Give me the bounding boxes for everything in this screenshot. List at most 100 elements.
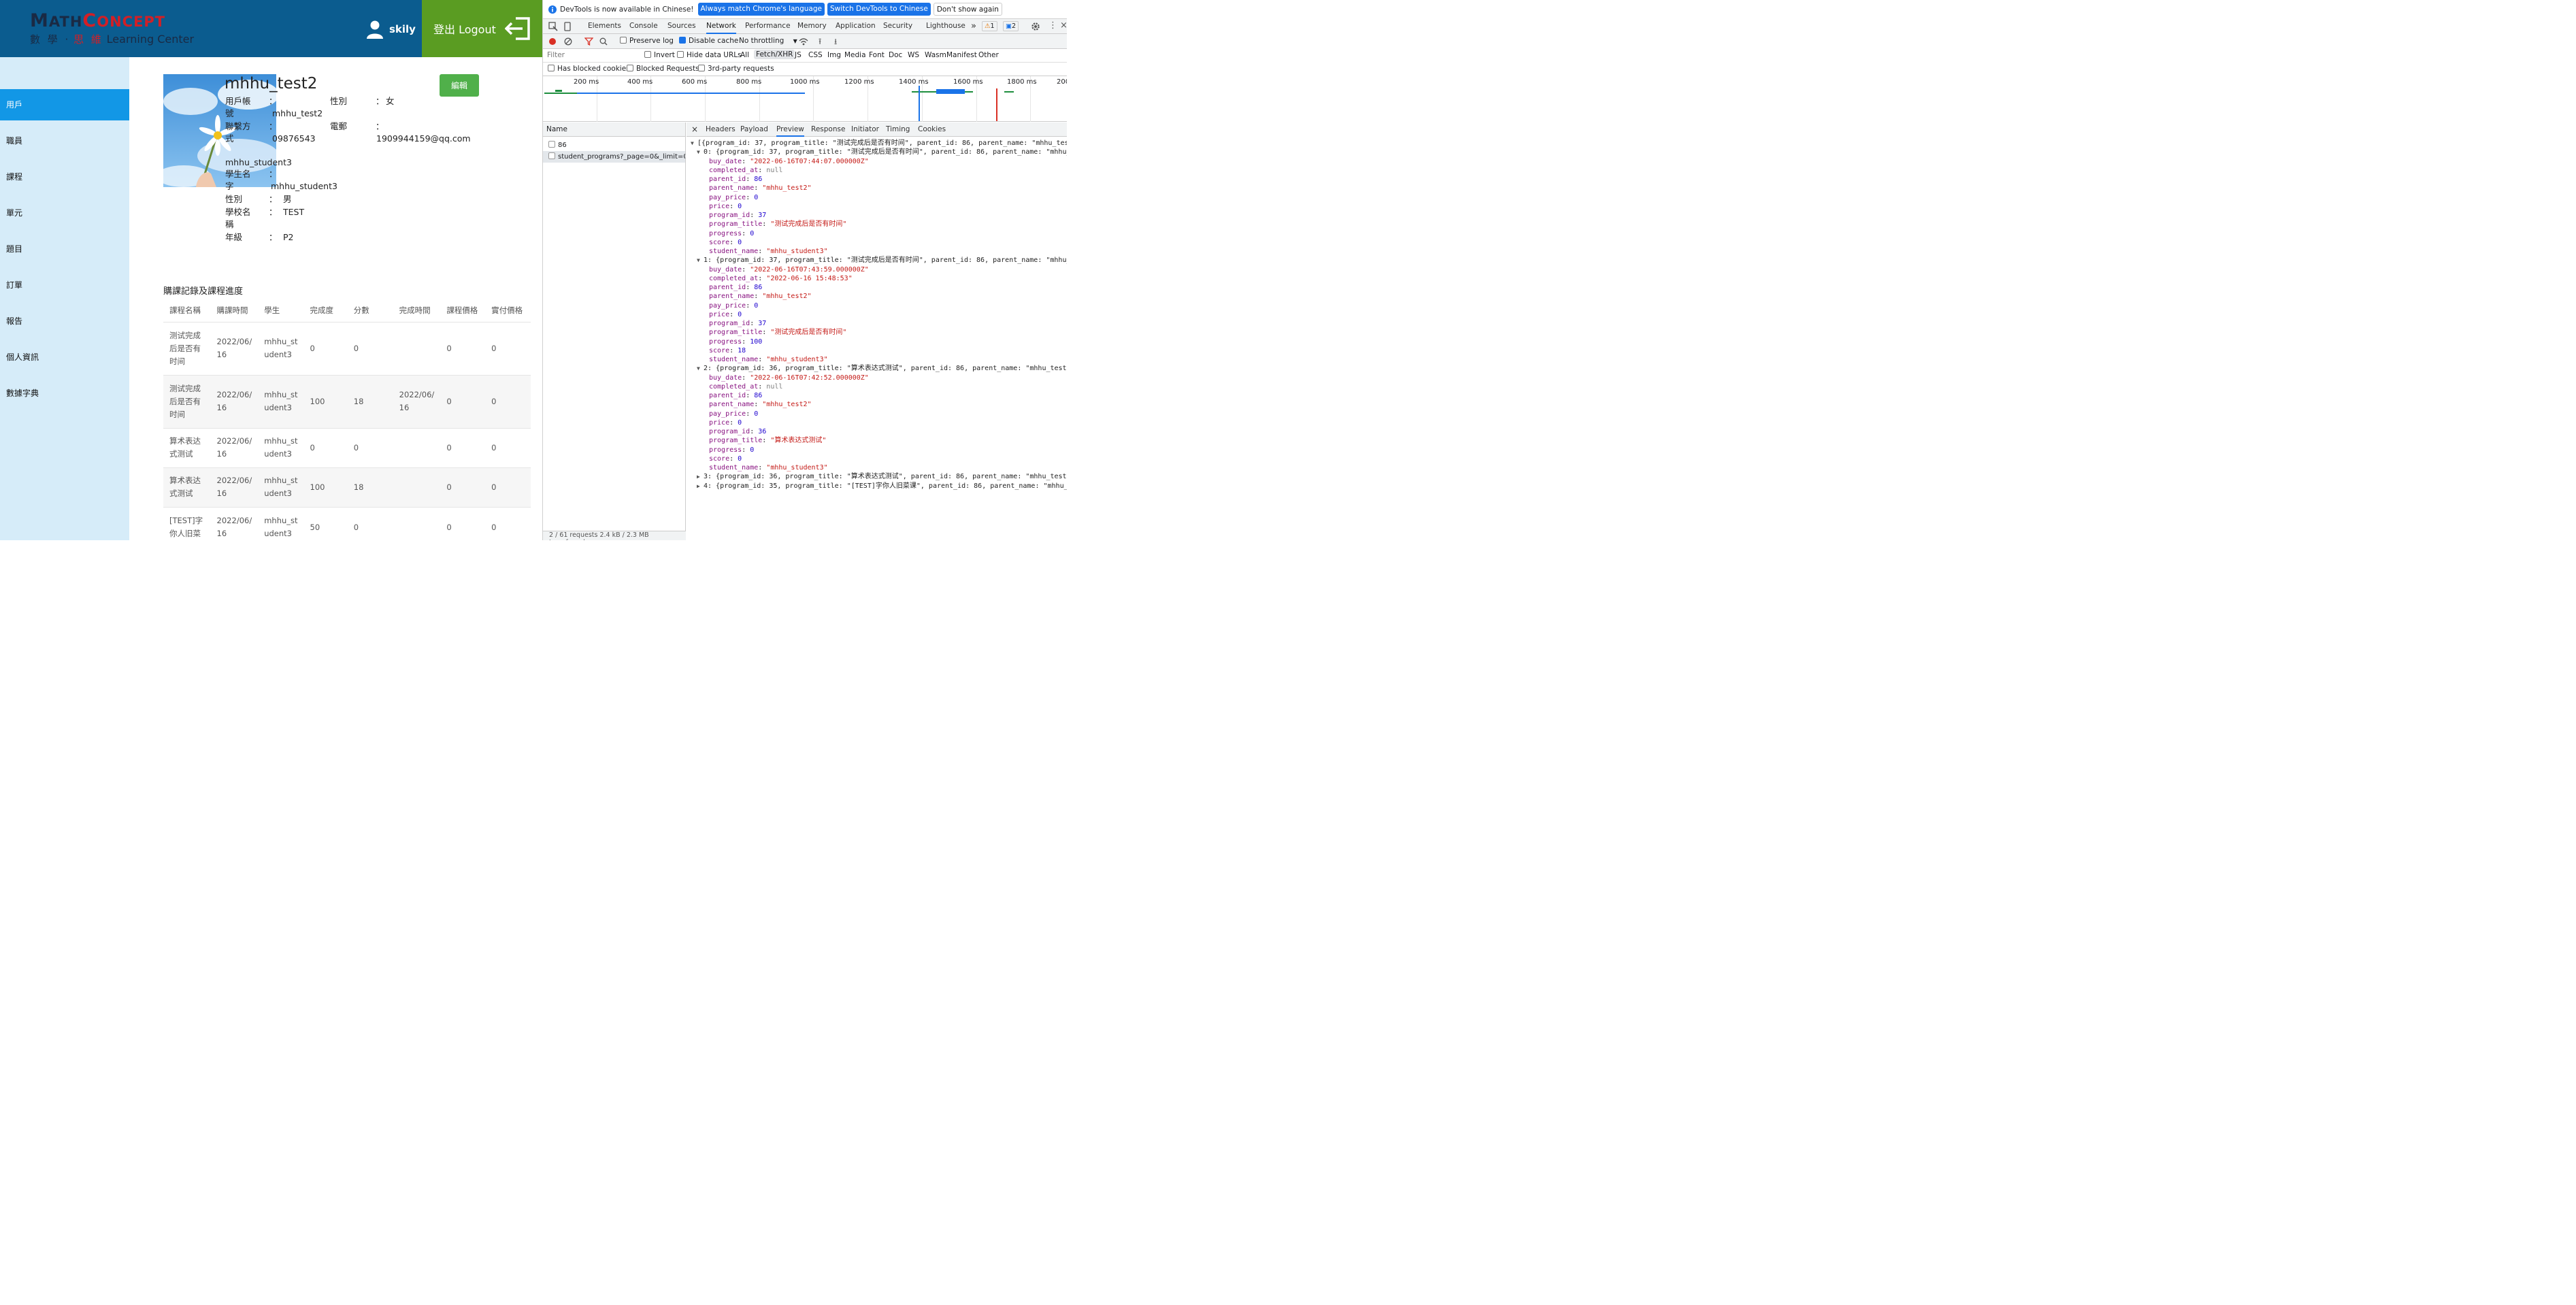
request-row-student-programs[interactable]: student_programs?_page=0&_limit=0&... xyxy=(543,151,685,163)
disable-cache-checkbox[interactable]: Disable cache xyxy=(679,37,738,45)
match-language-button[interactable]: Always match Chrome's language xyxy=(697,3,825,16)
tab-performance[interactable]: Performance xyxy=(745,19,791,34)
collapsed-triangle-icon[interactable]: ▶ xyxy=(697,482,704,491)
json-object-node[interactable]: ▼ 1: {program_id: 37, program_title: "测试完… xyxy=(687,256,1067,265)
sidebar-item-reports[interactable]: 報告 xyxy=(0,305,129,337)
third-party-checkbox[interactable]: 3rd-party requests xyxy=(698,65,774,73)
kebab-menu-icon[interactable]: ⋮ xyxy=(1048,20,1057,31)
tab-network[interactable]: Network xyxy=(706,19,736,34)
col-header-progress[interactable]: 完成度 xyxy=(303,299,348,323)
user-menu[interactable]: skily xyxy=(366,19,416,39)
col-header-student[interactable]: 學生 xyxy=(258,299,304,323)
search-icon[interactable] xyxy=(599,37,608,46)
expanded-triangle-icon[interactable]: ▼ xyxy=(697,364,704,373)
edit-button[interactable]: 編輯 xyxy=(440,74,479,97)
tab-initiator[interactable]: Initiator xyxy=(851,122,879,137)
col-header-completed-time[interactable]: 完成時間 xyxy=(393,299,441,323)
invert-checkbox[interactable]: Invert xyxy=(644,51,675,59)
blocked-cookies-checkbox[interactable]: Has blocked cookies xyxy=(548,65,630,73)
type-wasm[interactable]: Wasm xyxy=(925,51,946,59)
hide-data-urls-checkbox[interactable]: Hide data URLs xyxy=(677,51,742,59)
inspect-element-icon[interactable] xyxy=(548,22,558,31)
close-devtools-icon[interactable]: × xyxy=(1060,20,1067,31)
blocked-requests-checkbox[interactable]: Blocked Requests xyxy=(627,65,699,73)
json-object-node[interactable]: ▼ [{program_id: 37, program_title: "测试完成后… xyxy=(687,139,1067,148)
request-row-86[interactable]: 86 xyxy=(543,139,685,151)
type-fetch-xhr[interactable]: Fetch/XHR xyxy=(754,50,795,59)
device-toolbar-icon[interactable] xyxy=(563,22,572,31)
type-font[interactable]: Font xyxy=(869,51,885,59)
table-cell: 100 xyxy=(303,467,348,508)
preserve-log-checkbox[interactable]: Preserve log xyxy=(620,37,674,45)
logout-button[interactable]: 登出 Logout xyxy=(422,0,542,57)
sidebar-item-units[interactable]: 單元 xyxy=(0,197,129,229)
type-all[interactable]: All xyxy=(740,51,749,59)
tab-application[interactable]: Application xyxy=(836,19,876,34)
import-har-icon[interactable]: ⭱ xyxy=(819,35,821,50)
sidebar-item-questions[interactable]: 題目 xyxy=(0,233,129,265)
json-object-node[interactable]: ▶ 3: {program_id: 36, program_title: "算术表… xyxy=(687,472,1067,481)
email-value: 1909944159@qq.com xyxy=(376,133,471,144)
network-overview-timeline[interactable]: 200 ms 400 ms 600 ms 800 ms 1000 ms 1200 ms 14… xyxy=(543,76,1067,122)
col-header-course[interactable]: 課程名稱 xyxy=(163,299,211,323)
table-row[interactable]: 测试完成 后是否有 时间 2022/06/16 mhhu_st udent3 0 0 0 0 xyxy=(163,322,531,376)
dont-show-again-button[interactable]: Don't show again xyxy=(933,3,1002,16)
tab-timing[interactable]: Timing xyxy=(886,122,910,137)
tab-payload[interactable]: Payload xyxy=(740,122,768,137)
close-details-icon[interactable]: × xyxy=(691,122,698,137)
tab-memory[interactable]: Memory xyxy=(797,19,827,34)
tab-lighthouse[interactable]: Lighthouse xyxy=(926,19,965,34)
type-manifest[interactable]: Manifest xyxy=(946,51,977,59)
sidebar-item-staff[interactable]: 職員 xyxy=(0,125,129,156)
filter-icon[interactable] xyxy=(584,37,593,46)
messages-badge[interactable]: ▣2 xyxy=(1003,21,1019,31)
col-header-price[interactable]: 課程價格 xyxy=(440,299,486,323)
tab-response[interactable]: Response xyxy=(811,122,845,137)
sidebar-item-courses[interactable]: 課程 xyxy=(0,161,129,193)
collapsed-triangle-icon[interactable]: ▶ xyxy=(697,472,704,481)
export-har-icon[interactable]: ⭳ xyxy=(834,35,837,50)
expanded-triangle-icon[interactable]: ▼ xyxy=(691,139,697,148)
col-header-paid-price[interactable]: 實付價格 xyxy=(485,299,531,323)
filter-input[interactable]: Filter xyxy=(547,51,565,59)
tab-elements[interactable]: Elements xyxy=(588,19,621,34)
throttling-select[interactable]: No throttling ▼ xyxy=(739,37,797,45)
type-media[interactable]: Media xyxy=(844,51,866,59)
network-conditions-icon[interactable] xyxy=(798,37,809,46)
table-row[interactable]: 测试完成 后是否有 时间 2022/06/16 mhhu_st udent3 100 18 20… xyxy=(163,375,531,429)
tab-console[interactable]: Console xyxy=(629,19,658,34)
type-js[interactable]: JS xyxy=(795,51,802,59)
sidebar-item-dictionary[interactable]: 數據字典 xyxy=(0,378,129,409)
switch-chinese-button[interactable]: Switch DevTools to Chinese xyxy=(827,3,931,16)
more-tabs-button[interactable]: » xyxy=(971,19,976,34)
settings-gear-icon[interactable] xyxy=(1031,22,1040,31)
expanded-triangle-icon[interactable]: ▼ xyxy=(697,256,704,265)
json-object-node[interactable]: ▶ 4: {program_id: 35, program_title: "[TE… xyxy=(687,482,1067,491)
tab-sources[interactable]: Sources xyxy=(667,19,696,34)
table-row[interactable]: [TEST]字 你人旧菜 2022/06/16 mhhu_st udent3 50 0 0 0 xyxy=(163,507,531,540)
sidebar-item-profile[interactable]: 個人資訊 xyxy=(0,342,129,373)
type-other[interactable]: Other xyxy=(978,51,999,59)
col-header-purchase-time[interactable]: 購課時間 xyxy=(210,299,259,323)
sidebar-item-orders[interactable]: 訂單 xyxy=(0,269,129,301)
clear-icon[interactable] xyxy=(564,37,572,46)
table-row[interactable]: 算术表达 式测试 2022/06/16 mhhu_st udent3 100 18 0 0 xyxy=(163,467,531,508)
type-ws[interactable]: WS xyxy=(908,51,919,59)
tab-cookies[interactable]: Cookies xyxy=(918,122,946,137)
type-doc[interactable]: Doc xyxy=(889,51,902,59)
table-row[interactable]: 算术表达 式测试 2022/06/16 mhhu_st udent3 0 0 0 0 xyxy=(163,428,531,468)
col-header-score[interactable]: 分數 xyxy=(347,299,393,323)
type-img[interactable]: Img xyxy=(827,51,841,59)
expanded-triangle-icon[interactable]: ▼ xyxy=(697,148,704,156)
warnings-badge[interactable]: ⚠1 xyxy=(982,21,997,31)
json-object-node[interactable]: ▼ 2: {program_id: 36, program_title: "算术表… xyxy=(687,364,1067,373)
record-icon[interactable] xyxy=(548,37,557,46)
tab-preview[interactable]: Preview xyxy=(776,122,804,137)
type-css[interactable]: CSS xyxy=(808,51,823,59)
mathconcept-logo[interactable]: MATHCONCEPT 數 學 · 思 維 Learning Center xyxy=(30,10,207,50)
tab-headers[interactable]: Headers xyxy=(706,122,736,137)
sidebar-item-users[interactable]: 用戶 xyxy=(0,89,129,120)
tab-security[interactable]: Security xyxy=(883,19,912,34)
name-column-header[interactable]: Name xyxy=(543,122,685,137)
json-object-node[interactable]: ▼ 0: {program_id: 37, program_title: "测试完… xyxy=(687,148,1067,156)
